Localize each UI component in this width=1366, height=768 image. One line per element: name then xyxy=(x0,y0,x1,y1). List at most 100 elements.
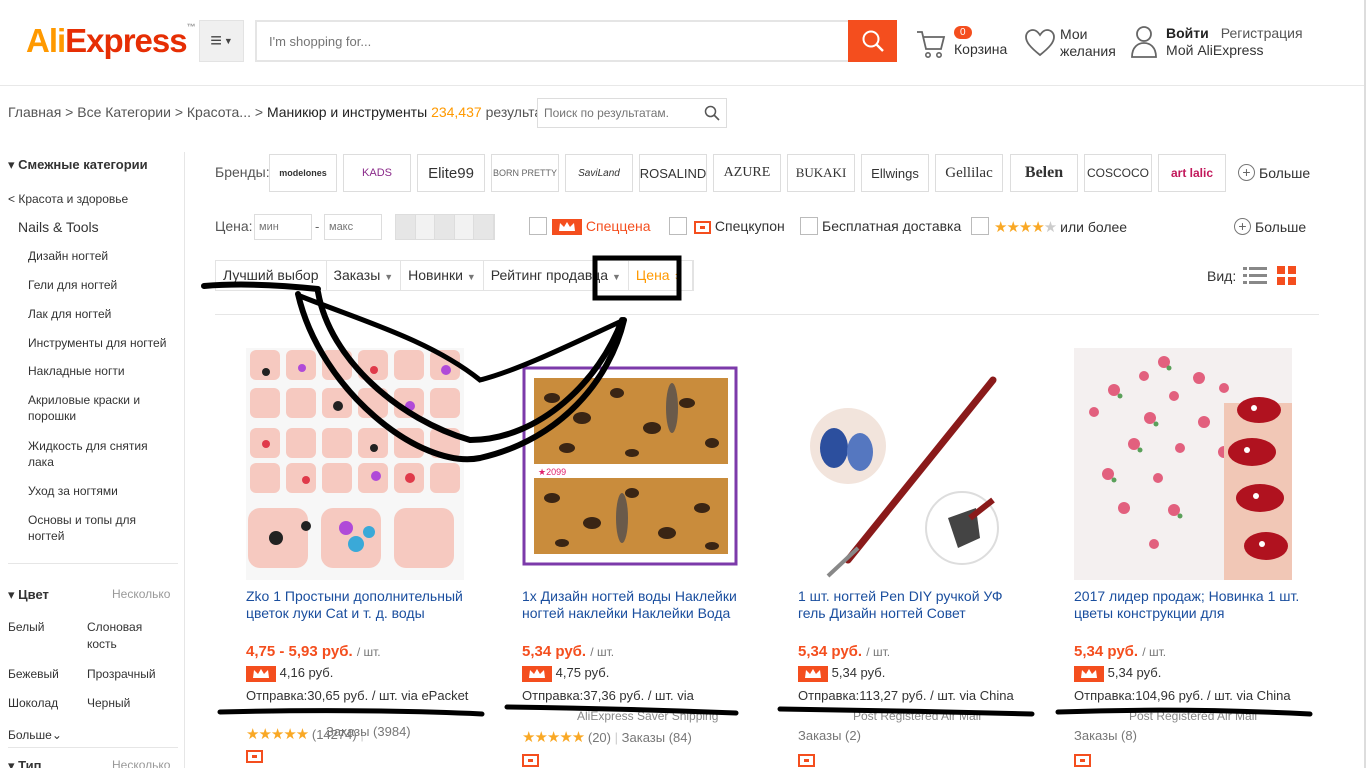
sidebar-item-remover[interactable]: Жидкость для снятия лака xyxy=(28,438,153,470)
free-shipping-option[interactable]: Бесплатная доставка xyxy=(822,218,961,234)
breadcrumb-current: Маникюр и инструменты xyxy=(266,104,428,120)
crown-icon xyxy=(1074,665,1104,682)
brand-rosalind[interactable]: ROSALIND xyxy=(639,154,707,192)
brand-coscoco[interactable]: COSCOCO xyxy=(1084,154,1152,192)
color-option-beige[interactable]: Бежевый xyxy=(8,666,59,683)
shipping-info: Отправка:37,36 руб. / шт. via xyxy=(522,688,694,703)
price-min-input[interactable] xyxy=(254,214,312,240)
free-shipping-checkbox[interactable] xyxy=(800,217,818,235)
product-image[interactable]: ★2099 xyxy=(522,348,740,580)
grid-view-icon[interactable] xyxy=(1277,266,1297,286)
shipping-info: Отправка:30,65 руб. / шт. via ePacket xyxy=(246,688,469,703)
brand-azure[interactable]: AZURE xyxy=(713,154,781,192)
brand-gellilac[interactable]: Gellilac xyxy=(935,154,1003,192)
sidebar-item-nail-gels[interactable]: Гели для ногтей xyxy=(28,277,178,293)
refine-search-input[interactable] xyxy=(537,98,727,128)
sort-orders[interactable]: Заказы ▼ xyxy=(327,261,402,290)
wishlist-label-line2: желания xyxy=(1060,43,1116,59)
brands-label: Бренды: xyxy=(215,164,270,180)
product-title[interactable]: 2017 лидер продаж; Новинка 1 шт. цветы к… xyxy=(1074,588,1309,624)
product-image[interactable] xyxy=(1074,348,1292,580)
special-price-line: 5,34 руб. xyxy=(1074,665,1161,682)
product-card[interactable]: ★2099 1х Дизайн ногтей воды Наклейки ног… xyxy=(522,340,772,768)
product-card[interactable]: 2017 лидер продаж; Новинка 1 шт. цветы к… xyxy=(1074,340,1324,768)
sort-price[interactable]: Цена ⬍ xyxy=(629,261,693,290)
filters-more-button[interactable]: + Больше xyxy=(1234,218,1306,235)
related-categories-title[interactable]: ▾ Смежные категории xyxy=(8,157,148,173)
product-image[interactable] xyxy=(798,348,1016,580)
orders-count: Заказы (8) xyxy=(1074,728,1137,743)
product-image[interactable] xyxy=(246,348,464,580)
shipping-method: Post Registered Air Mail xyxy=(853,709,982,723)
categories-menu-button[interactable]: ≡ ▼ xyxy=(199,20,244,62)
price-max-input[interactable] xyxy=(324,214,382,240)
brands-more-button[interactable]: + Больше xyxy=(1238,164,1310,181)
brand-elite99[interactable]: Elite99 xyxy=(417,154,485,192)
cart-link[interactable]: 0 Корзина xyxy=(915,26,1010,66)
divider xyxy=(8,563,178,564)
sidebar-item-base-top[interactable]: Основы и топы для ногтей xyxy=(28,512,143,544)
color-filter-title[interactable]: ▾ Цвет xyxy=(8,587,49,603)
register-link[interactable]: Регистрация xyxy=(1221,25,1303,41)
cart-label: Корзина xyxy=(954,41,1008,57)
sidebar-item-nail-tools[interactable]: Инструменты для ногтей xyxy=(28,335,178,351)
coupon-icon xyxy=(246,748,263,764)
product-title[interactable]: 1 шт. ногтей Pen DIY ручкой УФ гель Диза… xyxy=(798,588,1033,624)
more-colors-link[interactable]: Больше⌄ xyxy=(8,727,62,744)
brand-belen[interactable]: Belen xyxy=(1010,154,1078,192)
brand-kads[interactable]: KADS xyxy=(343,154,411,192)
nails-tools-link[interactable]: Nails & Tools xyxy=(18,219,99,235)
special-coupon-checkbox[interactable] xyxy=(669,217,687,235)
my-aliexpress-link[interactable]: Мой AliExpress xyxy=(1166,42,1263,58)
color-option-chocolate[interactable]: Шоколад xyxy=(8,695,58,712)
caret-down-icon: ▼ xyxy=(384,272,394,282)
rating-filter-checkbox[interactable] xyxy=(971,217,989,235)
brand-ellwings[interactable]: Ellwings xyxy=(861,154,929,192)
signin-link[interactable]: Войти xyxy=(1166,25,1209,41)
sidebar-item-nail-polish[interactable]: Лак для ногтей xyxy=(28,306,178,322)
special-coupon-option[interactable]: Спецкупон xyxy=(694,218,785,234)
sort-newest[interactable]: Новинки ▼ xyxy=(401,261,484,290)
type-multi-hint[interactable]: Несколько xyxy=(112,758,170,768)
product-title[interactable]: 1х Дизайн ногтей воды Наклейки ногтей на… xyxy=(522,588,757,624)
price-histogram[interactable] xyxy=(395,214,495,240)
star-rating-icon: ★★★★★ xyxy=(246,726,309,743)
product-title[interactable]: Zko 1 Простыни дополнительный цветок лук… xyxy=(246,588,481,624)
brand-bukaki[interactable]: BUKAKI xyxy=(787,154,855,192)
color-option-ivory[interactable]: Слоновая кость xyxy=(87,619,157,653)
special-price-checkbox[interactable] xyxy=(529,217,547,235)
aliexpress-logo[interactable]: AliExpress™ xyxy=(26,22,196,60)
brand-born-pretty[interactable]: BORN PRETTY xyxy=(491,154,559,192)
sidebar-item-nail-care[interactable]: Уход за ногтями xyxy=(28,483,178,499)
list-view-icon[interactable] xyxy=(1243,266,1267,286)
rating-filter-option[interactable]: ★★★★★ или более xyxy=(994,218,1127,236)
caret-down-icon: ▼ xyxy=(612,272,621,282)
product-card[interactable]: 1 шт. ногтей Pen DIY ручкой УФ гель Диза… xyxy=(798,340,1048,768)
search-icon[interactable] xyxy=(704,105,720,121)
brand-modelones[interactable]: modelones xyxy=(269,154,337,192)
search-input[interactable] xyxy=(255,20,848,62)
color-option-black[interactable]: Черный xyxy=(87,695,130,712)
brand-saviland[interactable]: SaviLand xyxy=(565,154,633,192)
product-price: 5,34 руб. / шт. xyxy=(798,643,891,660)
color-multi-hint[interactable]: Несколько xyxy=(112,587,170,601)
color-option-transparent[interactable]: Прозрачный xyxy=(87,666,156,683)
sidebar-item-acrylic[interactable]: Акриловые краски и порошки xyxy=(28,392,148,424)
breadcrumb-path[interactable]: Главная > Все Категории > Красота... > xyxy=(8,104,267,120)
search-icon xyxy=(862,30,884,52)
color-option-white[interactable]: Белый xyxy=(8,619,44,636)
sort-best-match[interactable]: Лучший выбор xyxy=(216,261,327,290)
special-price-option[interactable]: Спеццена xyxy=(552,218,651,236)
price-range-dash: - xyxy=(315,219,320,234)
sort-seller-rating[interactable]: Рейтинг продавца ▼ xyxy=(484,261,629,290)
sidebar-item-false-nails[interactable]: Накладные ногти xyxy=(28,363,178,379)
brand-art-lalic[interactable]: art lalic xyxy=(1158,154,1226,192)
product-card[interactable]: Zko 1 Простыни дополнительный цветок лук… xyxy=(246,340,496,768)
parent-category-link[interactable]: < Красота и здоровье xyxy=(8,191,128,207)
search-button[interactable] xyxy=(848,20,897,62)
sidebar-item-nail-design[interactable]: Дизайн ногтей xyxy=(28,248,178,264)
wishlist-link[interactable]: Мои желания xyxy=(1024,26,1124,66)
results-count: 234,437 xyxy=(431,104,482,120)
cart-count-badge: 0 xyxy=(954,26,972,39)
type-filter-title[interactable]: ▾ Тип xyxy=(8,758,41,768)
